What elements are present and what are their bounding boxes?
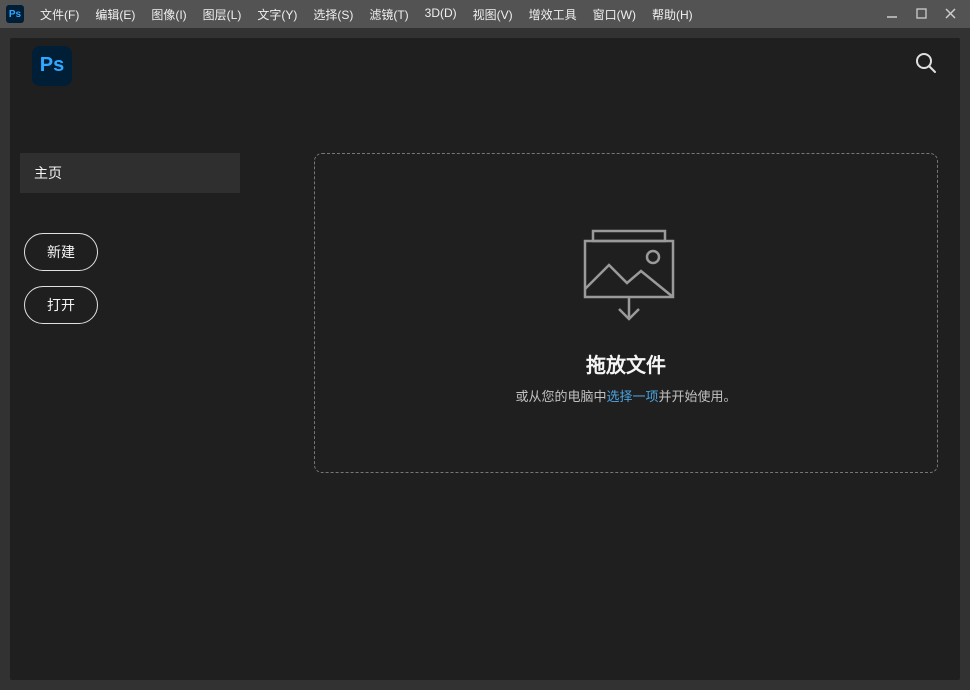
- content-row: 主页 新建 打开 拖放文件 或从您的电脑中选择一项: [10, 93, 960, 473]
- tab-home[interactable]: 主页: [20, 153, 240, 193]
- image-drop-icon: [571, 221, 681, 331]
- menu-edit[interactable]: 编辑(E): [89, 4, 141, 25]
- close-icon[interactable]: [945, 8, 956, 21]
- dropzone-sub-suffix: 并开始使用。: [659, 389, 737, 404]
- window-controls: [886, 7, 964, 21]
- search-icon[interactable]: [914, 51, 938, 80]
- ps-logo: Ps: [32, 46, 72, 86]
- home-panel: Ps 主页 新建 打开: [10, 38, 960, 680]
- menu-3d[interactable]: 3D(D): [419, 4, 463, 25]
- menu-file[interactable]: 文件(F): [34, 4, 85, 25]
- dropzone-title: 拖放文件: [586, 349, 666, 378]
- open-button[interactable]: 打开: [24, 286, 98, 324]
- menu-select[interactable]: 选择(S): [307, 4, 359, 25]
- dropzone-sub-prefix: 或从您的电脑中: [515, 389, 606, 404]
- menubar: 文件(F) 编辑(E) 图像(I) 图层(L) 文字(Y) 选择(S) 滤镜(T…: [34, 4, 886, 25]
- app-icon: Ps: [6, 5, 24, 23]
- menu-window[interactable]: 窗口(W): [587, 4, 642, 25]
- menu-type[interactable]: 文字(Y): [251, 4, 303, 25]
- dropzone[interactable]: 拖放文件 或从您的电脑中选择一项并开始使用。: [314, 153, 938, 473]
- new-button[interactable]: 新建: [24, 233, 98, 271]
- main-area: Ps 主页 新建 打开: [0, 28, 970, 690]
- maximize-icon[interactable]: [916, 8, 927, 21]
- top-row: Ps: [10, 38, 960, 93]
- titlebar: Ps 文件(F) 编辑(E) 图像(I) 图层(L) 文字(Y) 选择(S) 滤…: [0, 0, 970, 28]
- dropzone-subtitle: 或从您的电脑中选择一项并开始使用。: [515, 386, 736, 405]
- minimize-icon[interactable]: [886, 7, 898, 21]
- menu-filter[interactable]: 滤镜(T): [363, 4, 414, 25]
- home-sidebar: 主页 新建 打开: [24, 93, 304, 473]
- menu-help[interactable]: 帮助(H): [646, 4, 699, 25]
- select-file-link[interactable]: 选择一项: [606, 389, 658, 404]
- menu-layer[interactable]: 图层(L): [197, 4, 248, 25]
- menu-view[interactable]: 视图(V): [467, 4, 519, 25]
- menu-plugins[interactable]: 增效工具: [523, 4, 583, 25]
- menu-image[interactable]: 图像(I): [145, 4, 192, 25]
